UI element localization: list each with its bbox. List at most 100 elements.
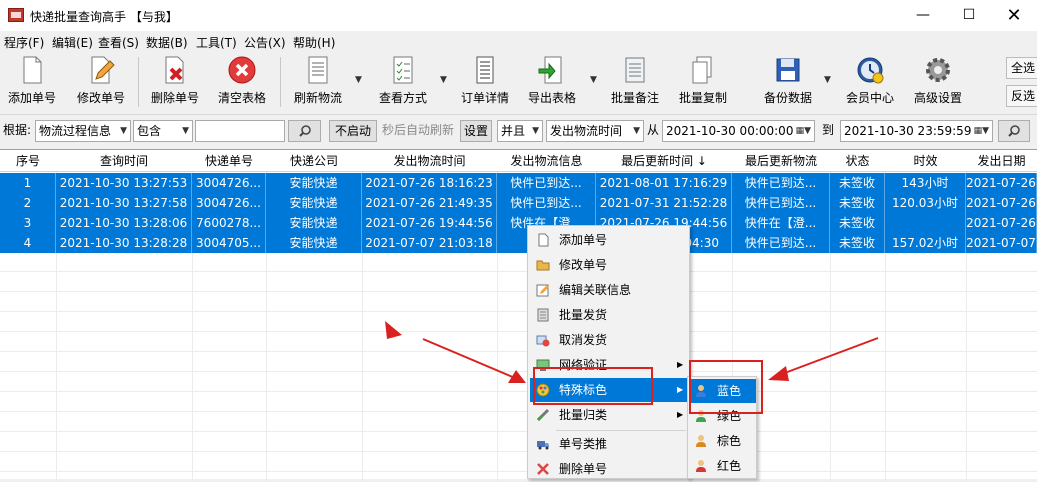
clear-table-button[interactable]: 清空表格	[214, 55, 270, 109]
delete-number-button[interactable]: 删除单号	[147, 55, 203, 109]
export-dropdown-icon[interactable]: ▼	[590, 75, 597, 85]
submenu-arrow-icon: ▶	[677, 385, 684, 394]
cell-status: 未签收	[830, 213, 885, 233]
invert-select-button[interactable]: 反选	[1006, 85, 1037, 107]
ctx-batch-ship[interactable]: 批量发货	[530, 303, 687, 327]
color-green-item[interactable]: 绿色	[690, 404, 756, 428]
cell-ship-time: 2021-07-26 18:16:23	[362, 173, 497, 193]
column-header[interactable]: 发出日期	[966, 151, 1037, 171]
ctx-edit-number-label: 修改单号	[559, 258, 608, 272]
table-row[interactable]: 4 2021-10-30 13:28:28 3004705... 安能快递 20…	[0, 233, 1037, 253]
close-button[interactable]: ✕	[991, 0, 1037, 31]
order-detail-button[interactable]: 订单详情	[457, 55, 513, 109]
ctx-add-number[interactable]: 添加单号	[530, 228, 687, 252]
batch-copy-button[interactable]: 批量复制	[675, 55, 731, 109]
grid-line	[0, 271, 1037, 272]
column-header[interactable]: 发出物流信息	[497, 151, 596, 171]
cell-tracking-number: 3004726...	[192, 193, 266, 213]
ctx-delete-number[interactable]: 删除单号	[530, 457, 687, 481]
refresh-dropdown-icon[interactable]: ▼	[355, 75, 362, 85]
table-row[interactable]: 2 2021-10-30 13:27:58 3004726... 安能快递 20…	[0, 193, 1037, 213]
color-red-item[interactable]: 红色	[690, 454, 756, 478]
clear-icon	[228, 56, 256, 84]
basis-label: 根据:	[3, 123, 32, 137]
cell-ship-date: 2021-07-26	[966, 173, 1037, 193]
column-header[interactable]: 序号	[0, 151, 56, 171]
color-brown-item[interactable]: 棕色	[690, 429, 756, 453]
date-search-button[interactable]	[998, 120, 1030, 142]
column-header[interactable]: 时效	[885, 151, 966, 171]
document-icon	[23, 56, 42, 84]
view-mode-button[interactable]: 查看方式	[375, 55, 431, 109]
column-header[interactable]: 查询时间	[56, 151, 192, 171]
ctx-batch-classify[interactable]: 批量归类 ▶	[530, 403, 687, 427]
column-header[interactable]: 发出物流时间	[362, 151, 497, 171]
color-brown-label: 棕色	[717, 434, 742, 448]
toolbar: 添加单号 修改单号 删除单号 清空表格 刷新物流 ▼ 查看方式 ▼ 订单详情 导…	[0, 51, 1037, 115]
export-table-button[interactable]: 导出表格	[524, 55, 580, 109]
cell-courier: 安能快递	[266, 233, 362, 253]
logic-select[interactable]: 并且 ▼	[497, 120, 543, 142]
menu-view[interactable]: 查看(S)	[98, 34, 139, 51]
cell-ship-time: 2021-07-26 21:49:35	[362, 193, 497, 213]
view-dropdown-icon[interactable]: ▼	[440, 75, 447, 85]
column-header[interactable]: 最后更新物流	[732, 151, 830, 171]
menu-help[interactable]: 帮助(H)	[293, 34, 335, 51]
menu-notice[interactable]: 公告(X)	[244, 34, 286, 51]
order-detail-label: 订单详情	[460, 91, 509, 105]
member-center-button[interactable]: 会员中心	[842, 55, 898, 109]
to-date-picker[interactable]: 2021-10-30 23:59:59 ▦▼	[840, 120, 993, 142]
document-icon	[538, 233, 549, 247]
add-number-button[interactable]: 添加单号	[4, 55, 60, 109]
edit-number-button[interactable]: 修改单号	[73, 55, 129, 109]
ctx-number-infer-label: 单号类推	[559, 437, 608, 451]
ctx-cancel-ship[interactable]: 取消发货	[530, 328, 687, 352]
select-all-button[interactable]: 全选	[1006, 57, 1037, 79]
menu-edit[interactable]: 编辑(E)	[52, 34, 93, 51]
chevron-down-icon: ▼	[532, 126, 539, 136]
submenu-arrow-icon: ▶	[677, 360, 684, 369]
cell-query-time: 2021-10-30 13:27:58	[56, 193, 192, 213]
search-icon	[1008, 125, 1020, 137]
clock-icon	[857, 57, 884, 84]
menu-data[interactable]: 数据(B)	[146, 34, 188, 51]
ctx-special-color[interactable]: 特殊标色 ▶	[530, 378, 687, 402]
time-field-select[interactable]: 发出物流时间 ▼	[546, 120, 644, 142]
operator-select[interactable]: 包含 ▼	[133, 120, 193, 142]
backup-data-button[interactable]: 备份数据	[760, 55, 816, 109]
menu-tools[interactable]: 工具(T)	[196, 34, 237, 51]
column-header[interactable]: 快递公司	[266, 151, 362, 171]
field-select[interactable]: 物流过程信息 ▼	[35, 120, 131, 142]
logic-select-value: 并且	[501, 124, 526, 138]
query-input[interactable]	[195, 120, 285, 142]
cell-duration: 157.02小时	[885, 233, 966, 253]
filter-bar: 根据: 物流过程信息 ▼ 包含 ▼ 不启动 秒后自动刷新 设置 并且 ▼ 发出物流时间…	[0, 115, 1037, 147]
calendar-icon: ▦▼	[973, 126, 989, 136]
ctx-network-verify[interactable]: 网络验证 ▶	[530, 353, 687, 377]
title-bar: 快递批量查询高手 【与我】 — ☐ ✕	[0, 0, 1037, 31]
ctx-batch-ship-label: 批量发货	[559, 308, 608, 322]
clear-table-label: 清空表格	[217, 91, 266, 105]
table-row[interactable]: 3 2021-10-30 13:28:06 7600278... 安能快递 20…	[0, 213, 1037, 233]
menu-program[interactable]: 程序(F)	[4, 34, 44, 51]
cell-query-time: 2021-10-30 13:28:06	[56, 213, 192, 233]
ctx-number-infer[interactable]: 单号类推	[530, 432, 687, 456]
column-header[interactable]: 状态	[830, 151, 885, 171]
settings-button[interactable]: 设置	[460, 120, 492, 142]
minimize-button[interactable]: —	[900, 0, 946, 31]
auto-refresh-toggle[interactable]: 不启动	[329, 120, 377, 142]
from-date-picker[interactable]: 2021-10-30 00:00:00 ▦▼	[662, 120, 815, 142]
color-blue-item[interactable]: 蓝色	[690, 379, 756, 403]
backup-dropdown-icon[interactable]: ▼	[824, 75, 831, 85]
search-button[interactable]	[288, 120, 321, 142]
export-icon	[538, 56, 562, 84]
batch-note-button[interactable]: 批量备注	[607, 55, 663, 109]
ctx-edit-related-info[interactable]: 编辑关联信息	[530, 278, 687, 302]
ctx-edit-number[interactable]: 修改单号	[530, 253, 687, 277]
column-header[interactable]: 最后更新时间 ↓	[596, 151, 732, 171]
refresh-logistics-button[interactable]: 刷新物流	[290, 55, 346, 109]
advanced-settings-button[interactable]: 高级设置	[908, 55, 968, 109]
table-row[interactable]: 1 2021-10-30 13:27:53 3004726... 安能快递 20…	[0, 173, 1037, 193]
maximize-button[interactable]: ☐	[946, 0, 992, 31]
column-header[interactable]: 快递单号	[192, 151, 266, 171]
